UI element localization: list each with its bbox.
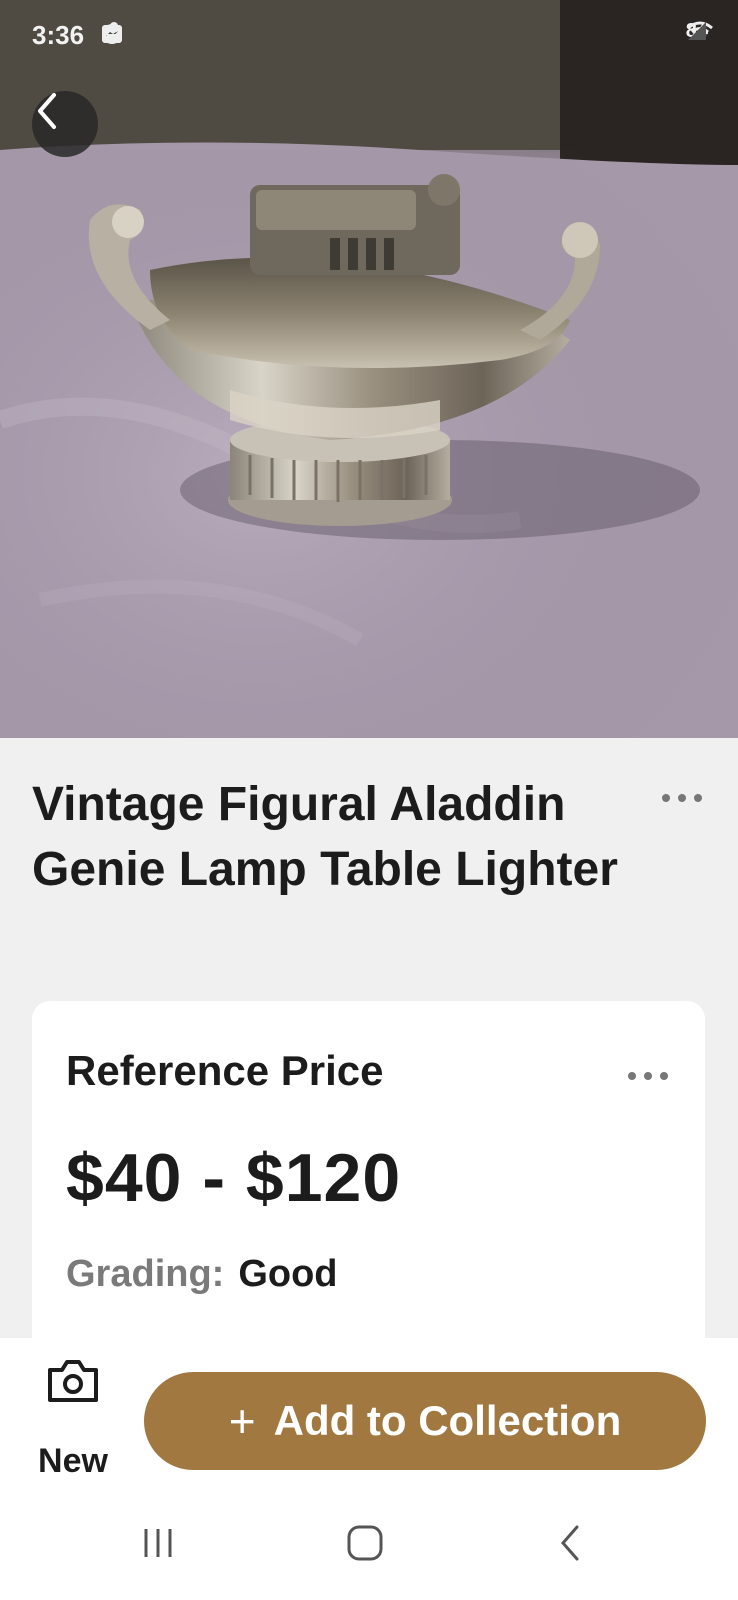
nav-back-button[interactable] bbox=[540, 1518, 600, 1568]
item-title: Vintage Figural Aladdin Genie Lamp Table… bbox=[32, 778, 618, 896]
signal-icon bbox=[687, 22, 706, 40]
add-to-collection-label: Add to Collection bbox=[273, 1397, 622, 1444]
grading-row: Grading: Good bbox=[66, 1253, 338, 1296]
home-icon bbox=[347, 1525, 383, 1561]
new-scan-button[interactable]: New bbox=[28, 1358, 118, 1480]
more-dot bbox=[694, 794, 702, 802]
system-nav-bar bbox=[0, 1488, 738, 1600]
item-photo: 3:36 84 bbox=[0, 0, 738, 738]
bottom-action-bar: New + Add to Collection bbox=[0, 1338, 738, 1488]
more-horizontal-icon bbox=[628, 1072, 636, 1080]
more-dot bbox=[660, 1072, 668, 1080]
price-range: $40 - $120 bbox=[66, 1140, 402, 1216]
grading-value: Good bbox=[238, 1253, 338, 1295]
status-bar: 3:36 84 bbox=[0, 0, 738, 70]
reference-price-card: Reference Price $40 - $120 Grading: Good bbox=[32, 1001, 705, 1361]
plus-icon: + bbox=[228, 1395, 256, 1447]
add-to-collection-button[interactable]: + Add to Collection bbox=[144, 1372, 706, 1470]
status-time: 3:36 bbox=[32, 20, 85, 50]
lamp-illustration bbox=[0, 0, 738, 738]
camera-icon bbox=[48, 1360, 98, 1402]
nav-home-button[interactable] bbox=[335, 1518, 395, 1568]
more-horizontal-icon bbox=[662, 794, 670, 802]
back-icon bbox=[561, 1525, 579, 1561]
more-dot bbox=[644, 1072, 652, 1080]
back-button[interactable] bbox=[32, 91, 98, 157]
grading-label: Grading: bbox=[66, 1253, 225, 1295]
more-dot bbox=[678, 794, 686, 802]
recents-icon bbox=[144, 1529, 172, 1557]
price-more-button[interactable] bbox=[628, 1072, 668, 1080]
chevron-left-icon bbox=[38, 93, 56, 129]
card-title: Reference Price bbox=[66, 1047, 384, 1094]
news-icon bbox=[102, 25, 122, 43]
new-label: New bbox=[38, 1442, 108, 1480]
more-options-button[interactable] bbox=[662, 794, 702, 802]
nav-recents-button[interactable] bbox=[128, 1518, 188, 1568]
